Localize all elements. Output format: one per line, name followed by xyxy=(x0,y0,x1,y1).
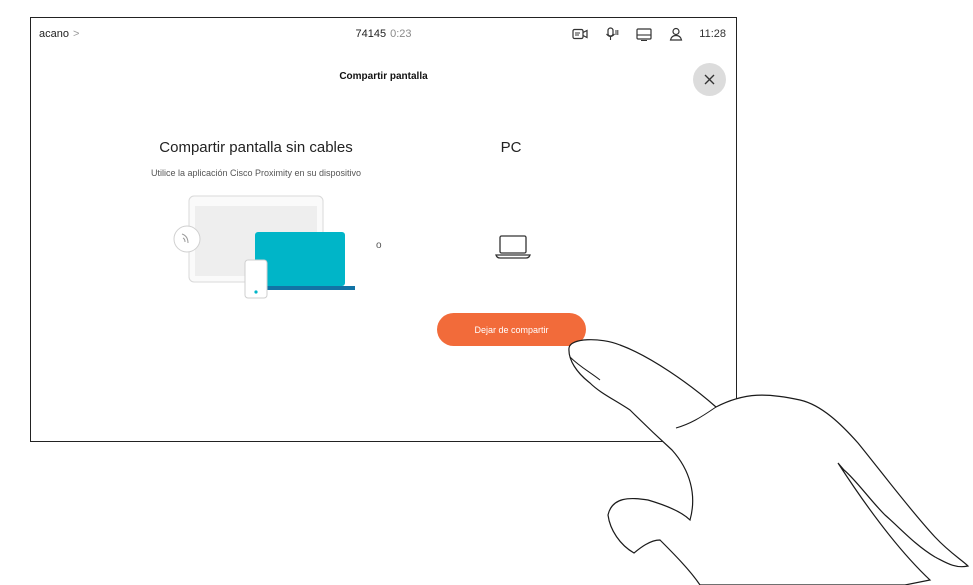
wireless-share-illustration xyxy=(171,194,361,304)
call-duration: 0:23 xyxy=(390,28,412,40)
camera-icon[interactable] xyxy=(571,25,589,43)
or-separator: o xyxy=(376,240,382,251)
panel-title: Compartir pantalla xyxy=(339,71,428,82)
call-number: 74145 xyxy=(355,28,387,40)
clock: 11:28 xyxy=(699,28,726,40)
close-icon xyxy=(704,74,715,85)
stop-sharing-button[interactable]: Dejar de compartir xyxy=(437,313,586,346)
wireless-share-subtitle: Utilice la aplicación Cisco Proximity en… xyxy=(150,168,362,178)
participants-icon[interactable] xyxy=(667,25,685,43)
status-bar: acano > 74145 0:23 11:28 xyxy=(31,18,736,52)
mic-icon[interactable] xyxy=(603,25,621,43)
pc-title: PC xyxy=(500,139,522,156)
status-icons: 11:28 xyxy=(571,25,726,43)
close-button[interactable] xyxy=(693,63,726,96)
wireless-share-title: Compartir pantalla sin cables xyxy=(159,139,353,156)
laptop-icon[interactable] xyxy=(494,231,532,263)
display-icon[interactable] xyxy=(635,25,653,43)
touch-panel-screen: acano > 74145 0:23 11:28 Compartir pantall… xyxy=(30,17,737,442)
